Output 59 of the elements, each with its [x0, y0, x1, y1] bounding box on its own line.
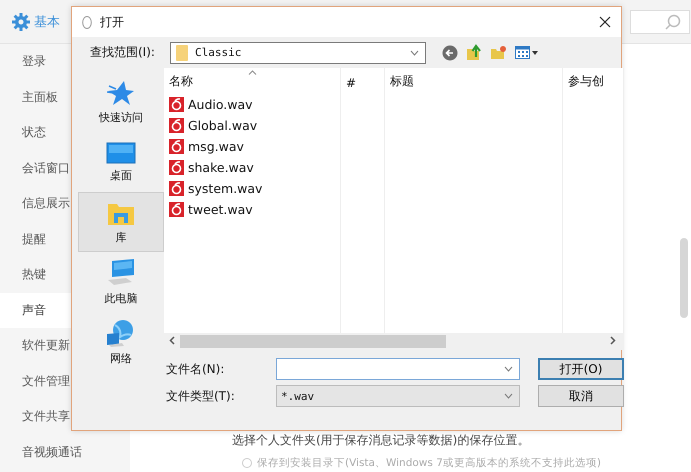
place-label: 网络 — [110, 350, 132, 366]
new-folder-icon[interactable] — [490, 45, 507, 60]
field-label: 文件名(N): — [166, 360, 226, 378]
scroll-right-icon — [610, 336, 616, 345]
star-icon — [107, 80, 135, 106]
view-menu-icon[interactable] — [515, 46, 539, 60]
horizontal-scrollbar[interactable] — [164, 333, 624, 350]
place-label: 快速访问 — [99, 110, 143, 124]
file-name[interactable]: shake.wav — [188, 160, 254, 175]
egg-icon — [82, 15, 92, 29]
field-label: 文件类型(T): — [166, 388, 236, 404]
sidebar-item[interactable]: 音视频通话 — [0, 434, 130, 470]
desktop-icon — [106, 142, 136, 164]
column-header[interactable]: # — [341, 76, 385, 90]
column-header[interactable]: 标题 — [385, 73, 563, 90]
file-type-dropdown[interactable]: *.wav — [276, 385, 520, 407]
place-item[interactable]: 快速访问 — [78, 72, 164, 132]
description-text: 选择个人文件夹(用于保存消息记录等数据)的保存位置。 — [232, 432, 530, 449]
music-file-icon — [169, 181, 184, 196]
computer-icon — [106, 258, 136, 286]
column-header[interactable]: 参与创 — [563, 73, 624, 90]
place-label: 桌面 — [110, 168, 132, 182]
search-field[interactable] — [630, 10, 690, 34]
option-label: 保存到安装目录下(Vista、Windows 7或更高版本的系统不支持此选项) — [257, 456, 601, 470]
file-name[interactable]: Audio.wav — [188, 97, 253, 112]
close-icon — [599, 16, 611, 28]
place-label: 库 — [116, 230, 126, 244]
scrollbar-thumb[interactable] — [680, 238, 688, 318]
up-folder-icon[interactable] — [466, 44, 482, 61]
radio-button[interactable] — [242, 458, 252, 468]
music-file-icon — [169, 160, 184, 175]
folder-dropdown[interactable]: Classic — [170, 42, 426, 64]
chevron-down-icon — [504, 366, 513, 372]
file-name[interactable]: system.wav — [188, 181, 262, 196]
column-header[interactable]: 名称 — [164, 73, 341, 90]
file-name[interactable]: Global.wav — [188, 118, 258, 133]
file-name-field[interactable] — [276, 358, 520, 380]
place-item[interactable]: 桌面 — [78, 132, 164, 192]
back-icon[interactable] — [442, 44, 458, 60]
dialog-title: 打开 — [100, 14, 124, 30]
scroll-left-icon — [169, 336, 175, 345]
chevron-down-icon — [410, 50, 419, 56]
close-button[interactable] — [597, 14, 613, 30]
sort-up-icon — [248, 70, 257, 75]
place-item[interactable]: 库 — [78, 192, 164, 252]
music-file-icon — [169, 139, 184, 154]
file-name[interactable]: msg.wav — [188, 139, 244, 154]
music-file-icon — [169, 202, 184, 217]
open-button[interactable]: 打开(O) — [538, 358, 624, 380]
file-name[interactable]: tweet.wav — [188, 202, 253, 217]
music-file-icon — [169, 118, 184, 133]
gear-icon — [12, 12, 30, 30]
music-file-icon — [169, 97, 184, 112]
section-title: 基本 — [34, 14, 60, 30]
cancel-button[interactable]: 取消 — [538, 385, 624, 407]
chevron-down-icon — [504, 393, 513, 399]
search-icon — [665, 14, 681, 30]
field-label: 查找范围(I): — [90, 44, 156, 61]
network-icon — [106, 318, 136, 346]
